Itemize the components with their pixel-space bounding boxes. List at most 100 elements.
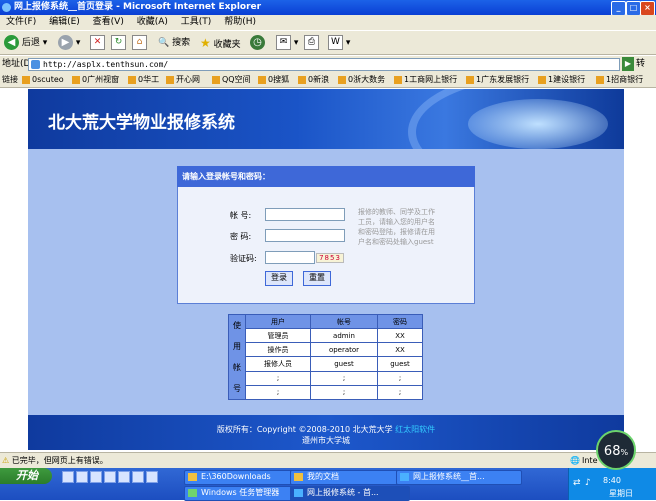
account-input[interactable] (265, 208, 345, 221)
window-title-bar: 网上报修系统__首页登录 - Microsoft Internet Explor… (0, 0, 656, 15)
taskbar-item[interactable]: Windows 任务管理器 (184, 486, 304, 501)
quicklaunch-icon[interactable] (146, 471, 158, 483)
link-icon (466, 75, 474, 84)
link-icon (394, 75, 402, 84)
menu-edit[interactable]: 编辑(E) (49, 17, 80, 27)
quicklaunch-icon[interactable] (90, 471, 102, 483)
volume-icon[interactable]: ♪ (585, 478, 591, 488)
login-button[interactable]: 登录 (265, 271, 293, 286)
toolbar: ◀ 后退 ▾ ▶ ▾ ✕ ↻ ⌂ 🔍 搜索 ★ 收藏夹 ◷ ✉ ▾ ⎙ W ▾ (0, 30, 656, 55)
menu-tools[interactable]: 工具(T) (181, 17, 212, 27)
network-icon[interactable]: ⇄ (573, 478, 581, 488)
link-icon (128, 75, 136, 84)
table-row: ;;; (229, 370, 423, 386)
link-item[interactable]: 开心网 (166, 72, 200, 87)
link-icon (596, 75, 604, 84)
clock-day: 星期日 (609, 489, 633, 498)
close-button[interactable]: × (640, 1, 655, 15)
minimize-button[interactable]: _ (611, 1, 626, 15)
footer-copyright-line: 版权所有：Copyright ©2008-2010 北大荒大学 红太阳软件 (28, 424, 624, 435)
table-row: 管理员 admin XX (229, 328, 423, 344)
link-item[interactable]: 1工商网上银行 (394, 72, 457, 87)
history-icon: ◷ (250, 35, 265, 50)
password-label: 密 码: (230, 232, 252, 241)
taskmgr-icon (188, 489, 197, 497)
taskbar-item[interactable]: 我的文档 (290, 470, 410, 485)
edit-button[interactable]: W ▾ (328, 35, 350, 51)
favorites-button[interactable]: ★ 收藏夹 (200, 35, 241, 51)
site-footer: 版权所有：Copyright ©2008-2010 北大荒大学 红太阳软件 遵州… (28, 415, 624, 450)
back-button[interactable]: ◀ 后退 ▾ (4, 35, 47, 51)
quicklaunch-icon[interactable] (118, 471, 130, 483)
start-button[interactable]: 开始 (0, 468, 52, 484)
stop-button[interactable]: ✕ (90, 35, 105, 51)
refresh-button[interactable]: ↻ (111, 35, 126, 51)
link-item[interactable]: 0搜狐 (258, 72, 289, 87)
mail-button[interactable]: ✉ ▾ (276, 35, 298, 51)
search-button[interactable]: 🔍 搜索 (158, 35, 190, 51)
link-item[interactable]: 1广东发展银行 (466, 72, 529, 87)
link-item[interactable]: 0浙大数务 (338, 72, 385, 87)
link-item[interactable]: 0华工 (128, 72, 159, 87)
link-icon (166, 75, 174, 84)
link-item[interactable]: 1建设银行 (538, 72, 585, 87)
taskbar-item[interactable]: E:\360Downloads (184, 470, 304, 485)
quicklaunch-icon[interactable] (104, 471, 116, 483)
menu-file[interactable]: 文件(F) (6, 17, 36, 27)
go-button[interactable]: 转 (636, 57, 645, 71)
forward-arrow-icon: ▶ (58, 35, 73, 50)
menu-view[interactable]: 查看(V) (93, 17, 124, 27)
link-item[interactable]: 0scuteo (22, 72, 64, 87)
ie-icon (2, 3, 11, 12)
captcha-label: 验证码: (230, 254, 257, 263)
link-icon (212, 75, 220, 84)
search-icon: 🔍 (158, 38, 170, 48)
search-label: 搜索 (172, 38, 191, 48)
gauge-value: 68 (603, 444, 621, 459)
link-item[interactable]: 0新浪 (298, 72, 329, 87)
forward-button[interactable]: ▶ ▾ (58, 35, 80, 51)
table-header: 帐号 (310, 313, 378, 330)
menu-help[interactable]: 帮助(H) (224, 17, 256, 27)
maximize-button[interactable]: □ (626, 1, 641, 15)
back-arrow-icon: ◀ (4, 35, 19, 50)
print-button[interactable]: ⎙ (304, 35, 319, 51)
captcha-image[interactable]: 7853 (316, 253, 344, 263)
status-bar: ⚠ 已完毕，但网页上有错误。 🌐 Inte (0, 452, 656, 468)
cpu-gauge[interactable]: 68% (596, 430, 636, 470)
captcha-input[interactable] (265, 251, 315, 264)
home-icon: ⌂ (132, 35, 147, 50)
quicklaunch-icon[interactable] (62, 471, 74, 483)
account-label: 帐 号: (230, 211, 252, 220)
menu-favorites[interactable]: 收藏(A) (137, 17, 168, 27)
quicklaunch-icon[interactable] (132, 471, 144, 483)
address-input[interactable]: http://asplx.tenthsun.com/ (28, 58, 620, 71)
footer-link[interactable]: 红太阳软件 (395, 425, 435, 434)
links-bar: 链接 0scuteo 0广州视窗 0华工 开心网 QQ空间 0搜狐 0新浪 0浙… (0, 72, 656, 88)
clock[interactable]: 8:40 (603, 476, 621, 485)
refresh-icon: ↻ (111, 35, 126, 50)
quicklaunch-icon[interactable] (76, 471, 88, 483)
folder-icon (188, 473, 197, 481)
history-button[interactable]: ◷ (250, 35, 265, 51)
link-item[interactable]: QQ空间 (212, 72, 251, 87)
link-item[interactable]: 1招商银行 (596, 72, 643, 87)
edit-icon: W (328, 35, 343, 50)
go-arrow-icon[interactable]: ▶ (622, 57, 634, 71)
table-side-label: 使用帐号 (228, 314, 246, 400)
password-input[interactable] (265, 229, 345, 242)
taskbar-item-active[interactable]: 网上报修系统 - 首... (290, 486, 410, 501)
reset-button[interactable]: 重置 (303, 271, 331, 286)
site-title: 北大荒大学物业报修系统 (48, 113, 235, 133)
home-button[interactable]: ⌂ (132, 35, 147, 51)
start-label: 开始 (16, 469, 38, 482)
table-row: ;;; (229, 384, 423, 401)
link-item[interactable]: 0广州视窗 (72, 72, 119, 87)
link-icon (22, 75, 30, 84)
login-header: 请输入登录帐号和密码： (177, 166, 475, 187)
banner-glow (468, 99, 608, 149)
print-icon: ⎙ (304, 35, 319, 50)
favorites-label: 收藏夹 (213, 40, 241, 50)
taskbar-item[interactable]: 网上报修系统__首... (396, 470, 522, 485)
warning-icon: ⚠ (2, 456, 10, 465)
